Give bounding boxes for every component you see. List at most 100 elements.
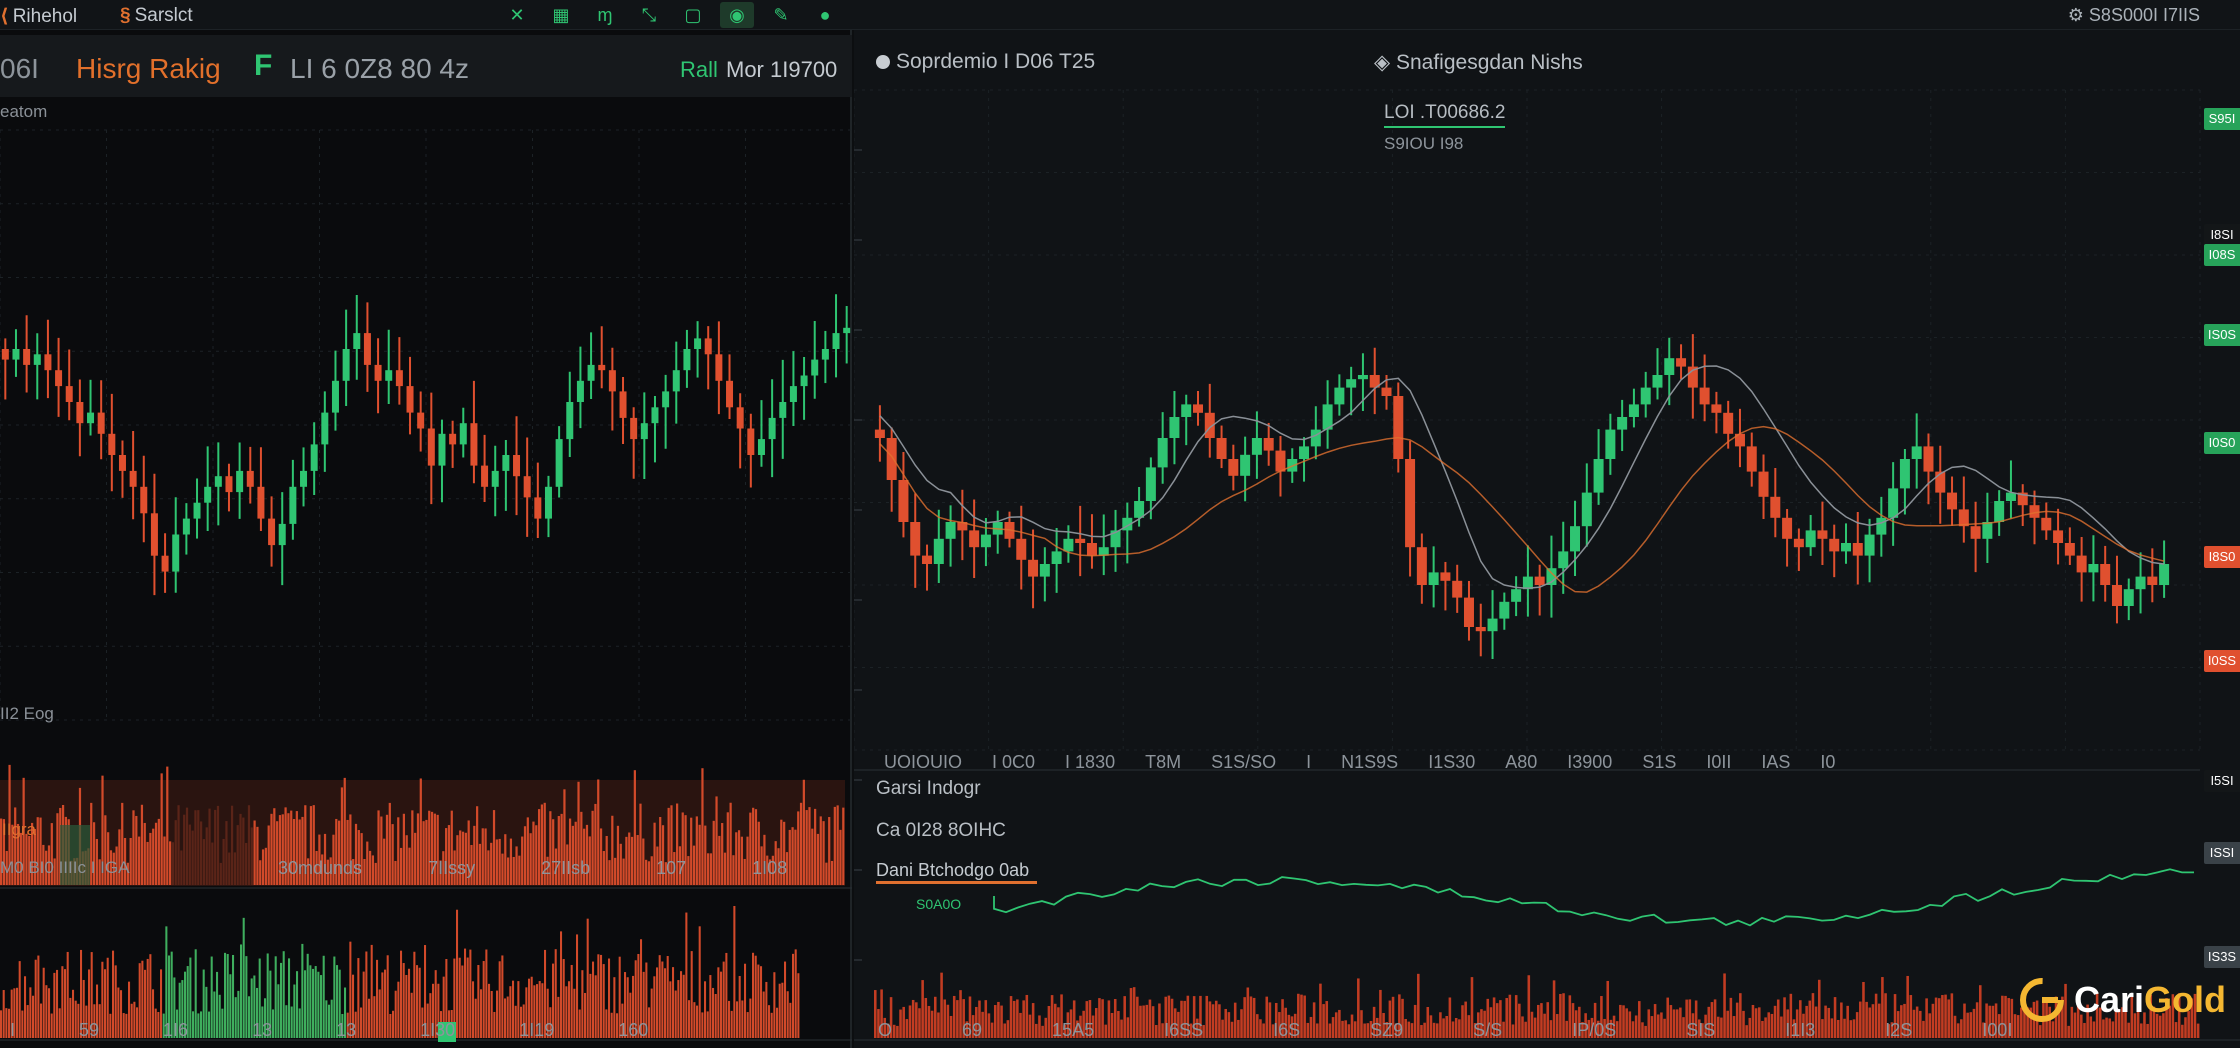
brand-name: CariGold — [2073, 979, 2226, 1020]
oscillator-bar — [776, 1007, 779, 1038]
candle-body — [1145, 467, 1156, 501]
oscillator-bar — [744, 963, 747, 1038]
symbol-code: 06I — [0, 53, 39, 84]
candle-body — [1240, 454, 1251, 476]
mode-label[interactable]: Rall — [680, 57, 718, 83]
candle-body — [502, 455, 510, 471]
symbol-name[interactable]: Hisrg Rakig — [76, 53, 221, 85]
draw-line-icon[interactable]: ⤡ — [632, 2, 666, 28]
measure-icon[interactable]: ɱ — [588, 2, 622, 28]
left-chart-canvas[interactable] — [0, 30, 852, 1048]
right-chart-canvas[interactable] — [854, 30, 2240, 1048]
volume-bar — [822, 821, 825, 885]
top-bar: ⟨ Rihehol § Sarslct ✕ ▦ ɱ ⤡ ▢ ◉ ✎ ● ⚙ S8S0… — [0, 0, 2240, 30]
volume-bar — [253, 820, 256, 885]
volume-bar — [270, 813, 273, 885]
volume-bar — [191, 830, 194, 885]
oscillator-bar — [690, 951, 693, 1038]
right-chart-panel: Soprdemio I D06 T25 ◈ Snafigesgdan Nishs… — [854, 30, 2240, 1048]
oscillator-bar — [685, 912, 688, 1038]
candle-body — [513, 455, 521, 477]
candle-body — [1511, 589, 1522, 602]
candle-body — [811, 359, 819, 376]
volume-bar — [149, 832, 152, 885]
crosshair-icon[interactable]: ✕ — [500, 2, 534, 28]
candle-body — [969, 530, 980, 548]
rectangle-icon[interactable]: ▢ — [676, 2, 710, 28]
candle-body — [108, 433, 116, 455]
candle-body — [427, 428, 435, 466]
price-readout: LI 6 0Z8 80 4z — [290, 53, 470, 84]
volume-bar — [188, 824, 191, 885]
candle-body — [523, 476, 531, 498]
candle-body — [385, 370, 393, 381]
volume-bar — [2140, 1023, 2143, 1038]
candle-body — [1852, 543, 1863, 556]
volume-bar — [183, 814, 186, 885]
oscillator-bar — [666, 956, 669, 1038]
candle-body — [2064, 543, 2075, 556]
tab-rihehol[interactable]: ⟨ Rihehol — [0, 5, 77, 28]
volume-bar — [797, 811, 800, 885]
moving-average-line — [879, 365, 2165, 590]
candle-body — [683, 349, 691, 371]
candle-type-icon[interactable]: ◉ — [720, 2, 754, 28]
volume-bar — [222, 838, 225, 885]
volume-bar — [228, 852, 231, 885]
top-label: eatom — [0, 102, 48, 121]
oscillator-bar — [770, 1012, 773, 1038]
indicator-icon[interactable]: ● — [808, 2, 842, 28]
candle-body — [1463, 597, 1474, 627]
oscillator-bar — [669, 981, 672, 1038]
candle-body — [2135, 576, 2146, 590]
candle-body — [1075, 538, 1086, 543]
candle-body — [321, 412, 329, 445]
candle-body — [555, 439, 563, 487]
candle-body — [598, 364, 606, 371]
oscillator-bar — [728, 1000, 731, 1038]
settings-icon[interactable]: ⚙ — [2068, 5, 2084, 25]
candle-body — [1793, 538, 1804, 548]
candle-body — [289, 486, 297, 524]
candle-body — [821, 349, 829, 360]
left-chart-panel: 06I Hisrg Rakig F LI 6 0Z8 80 4z Rall Mo… — [0, 30, 852, 1048]
price-tag: IS3S — [2204, 946, 2240, 968]
candle-body — [1923, 446, 1934, 472]
volume-bar — [169, 841, 172, 885]
volume-bar — [791, 827, 794, 885]
candle-body — [438, 433, 446, 466]
chart-title-right[interactable]: ◈ Snafigesgdan Nishs — [1374, 50, 1583, 75]
candle-body — [342, 349, 350, 381]
candle-body — [97, 412, 105, 434]
candle-body — [1393, 396, 1404, 459]
oscillator-bar — [698, 926, 701, 1038]
pen-icon[interactable]: ✎ — [764, 2, 798, 28]
oscillator-bar — [765, 981, 768, 1038]
volume-bar — [208, 808, 211, 885]
oscillator-bar — [754, 955, 757, 1038]
grid-icon[interactable]: ▦ — [544, 2, 578, 28]
oscillator-bar — [794, 949, 797, 1038]
tab-sarslct[interactable]: § Sarslct — [120, 5, 193, 27]
candle-body — [1310, 429, 1321, 447]
candle-body — [278, 523, 286, 546]
volume-bar — [194, 810, 197, 885]
candle-body — [1157, 438, 1168, 468]
chart-title-left[interactable]: Soprdemio I D06 T25 — [876, 50, 1095, 74]
candle-body — [2147, 576, 2158, 585]
candle-body — [1876, 517, 1887, 535]
info-line-2: S9IOU I98 — [1384, 134, 1464, 153]
volume-bar — [211, 842, 214, 885]
volume-bar — [802, 779, 805, 885]
candle-body — [2111, 585, 2122, 606]
price-tag: I0SS — [2204, 650, 2240, 672]
oscillator-bar — [725, 952, 728, 1038]
volume-bar — [259, 860, 262, 885]
oscillator-bar — [773, 972, 776, 1038]
volume-bar — [160, 773, 163, 885]
volume-bar — [171, 842, 175, 885]
sub-chart-legend[interactable]: Dani Btchodgo 0ab — [876, 860, 1038, 884]
volume-bar — [261, 849, 265, 885]
candle-body — [1805, 530, 1816, 548]
candle-body — [1039, 564, 1050, 577]
